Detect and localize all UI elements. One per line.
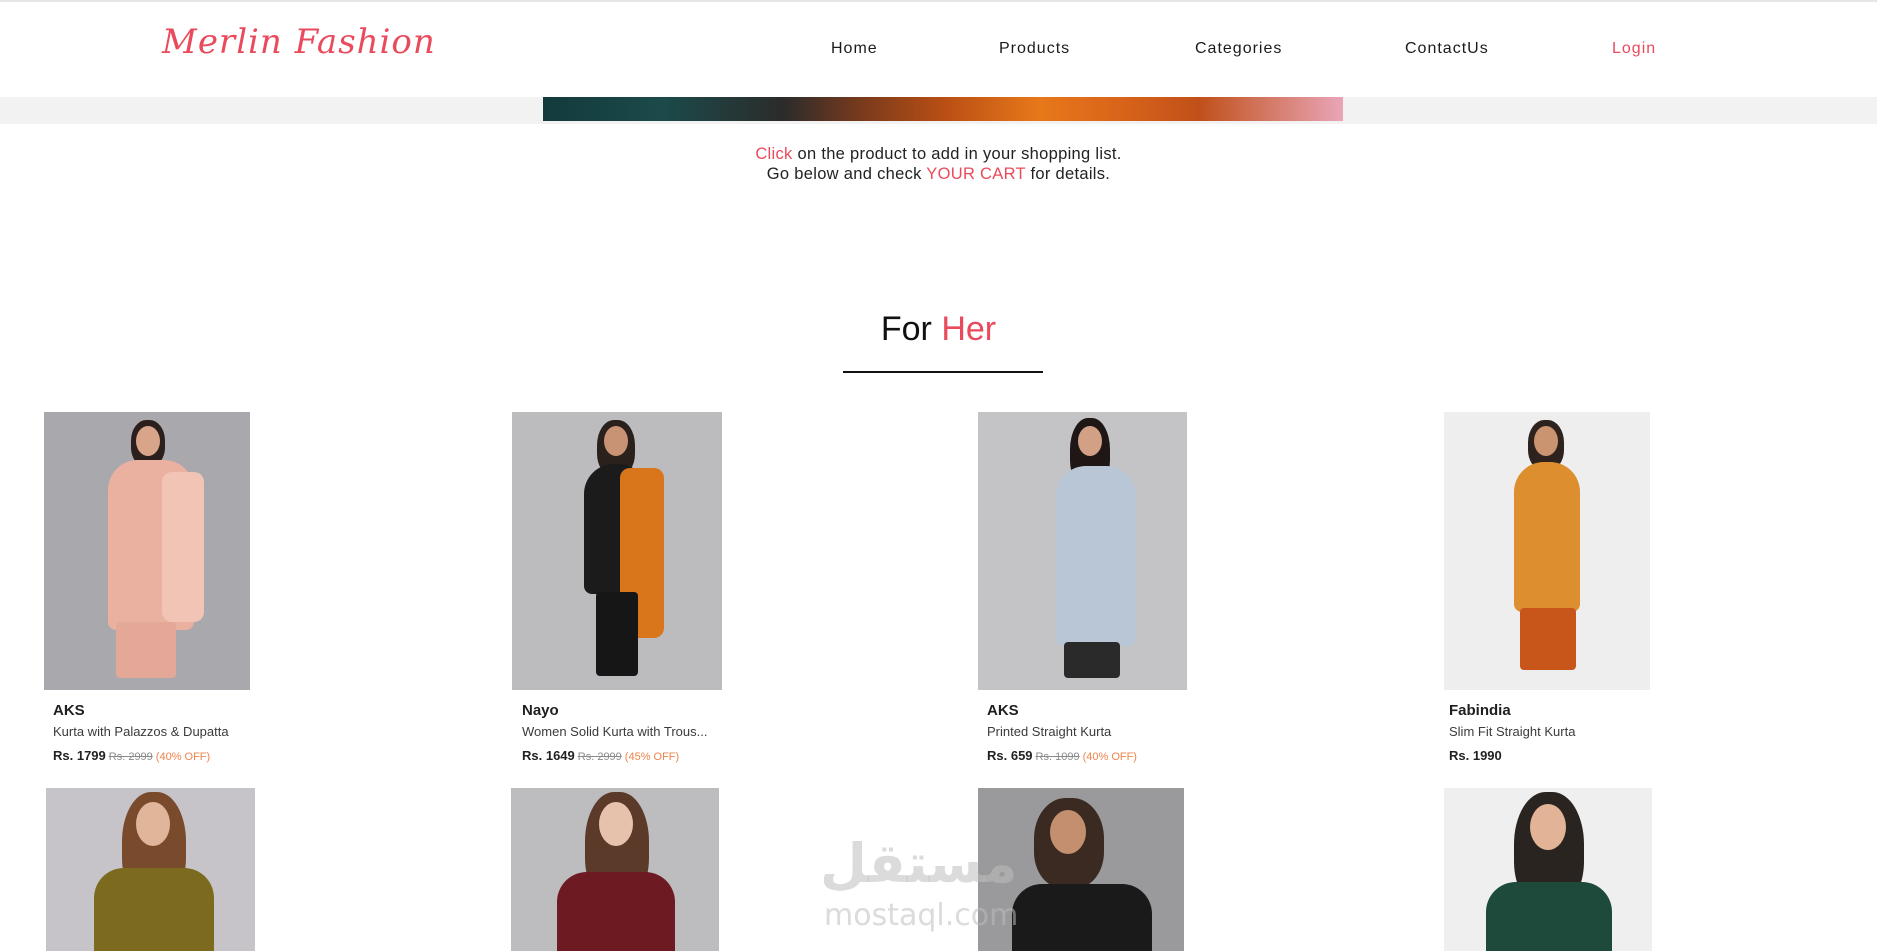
product-card[interactable] [46,788,255,951]
product-name: Slim Fit Straight Kurta [1449,724,1576,739]
section-divider [843,371,1043,373]
price-original: Rs. 2999 [577,751,622,763]
product-card[interactable] [1444,788,1652,951]
product-image[interactable] [511,788,719,951]
hero-banner-image [543,97,1343,121]
product-image[interactable] [512,412,722,690]
section-title: For Her [0,310,1877,349]
product-image[interactable] [44,412,250,690]
site-header: Merlin Fashion Home Products Categories … [0,2,1877,97]
product-image[interactable] [1444,412,1650,690]
product-brand: Fabindia [1449,702,1511,719]
nav-home-link[interactable]: Home [831,40,878,58]
nav-products-link[interactable]: Products [999,40,1070,58]
price-original: Rs. 1099 [1035,751,1080,763]
product-name: Kurta with Palazzos & Dupatta [53,724,229,739]
nav-login-link[interactable]: Login [1612,40,1656,58]
price-current: Rs. 1649 [522,748,575,763]
instruction-line2-post: for details. [1030,165,1111,183]
product-name: Printed Straight Kurta [987,724,1112,739]
your-cart-link[interactable]: YOUR CART [926,165,1025,183]
product-card[interactable]: AKS Kurta with Palazzos & Dupatta Rs. 17… [44,412,250,763]
product-name: Women Solid Kurta with Trous... [522,724,708,739]
product-price: Rs. 659 Rs. 1099 (40% OFF) [987,748,1137,763]
price-original: Rs. 2999 [108,751,153,763]
price-current: Rs. 1990 [1449,748,1502,763]
shopping-instructions: Click on the product to add in your shop… [0,144,1877,184]
product-card[interactable]: AKS Printed Straight Kurta Rs. 659 Rs. 10… [978,412,1187,763]
nav-categories-link[interactable]: Categories [1195,40,1282,58]
product-brand: Nayo [522,702,559,719]
product-image[interactable] [46,788,255,951]
product-price: Rs. 1799 Rs. 2999 (40% OFF) [53,748,210,763]
product-image[interactable] [978,788,1184,951]
price-current: Rs. 659 [987,748,1033,763]
price-discount: (40% OFF) [1082,751,1137,763]
click-highlight: Click [755,145,793,163]
product-brand: AKS [53,702,85,719]
site-logo[interactable]: Merlin Fashion [162,22,436,62]
product-price: Rs. 1649 Rs. 2999 (45% OFF) [522,748,679,763]
product-image[interactable] [1444,788,1652,951]
price-current: Rs. 1799 [53,748,106,763]
product-card[interactable] [978,788,1184,951]
instruction-line1: on the product to add in your shopping l… [797,145,1122,163]
price-discount: (45% OFF) [624,751,680,763]
product-card[interactable]: Nayo Women Solid Kurta with Trous... Rs.… [512,412,722,763]
product-price: Rs. 1990 [1449,748,1502,763]
price-discount: (40% OFF) [155,751,211,763]
product-image[interactable] [978,412,1187,690]
product-brand: AKS [987,702,1019,719]
nav-contact-link[interactable]: ContactUs [1405,40,1489,58]
product-card[interactable] [511,788,719,951]
section-title-for: For [880,310,932,348]
product-card[interactable]: Fabindia Slim Fit Straight Kurta Rs. 199… [1444,412,1650,763]
instruction-line2-pre: Go below and check [766,165,922,183]
section-title-her: Her [941,310,997,348]
